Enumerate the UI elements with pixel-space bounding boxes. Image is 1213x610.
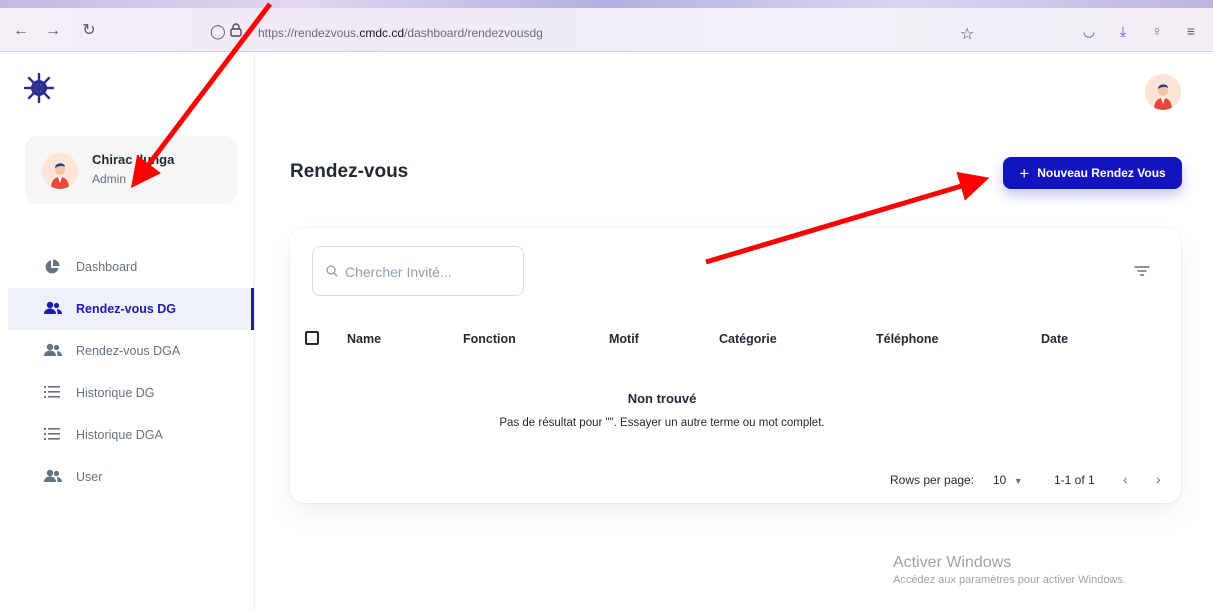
- rendez-vous-table-card: Name Fonction Motif Catégorie Téléphone …: [290, 228, 1181, 503]
- plus-icon: +: [1019, 163, 1030, 183]
- sidebar-item-label: User: [76, 470, 103, 484]
- page-title: Rendez-vous: [290, 161, 409, 182]
- new-rendez-vous-label: Nouveau Rendez Vous: [1037, 166, 1166, 180]
- bookmark-star-icon[interactable]: ☆: [960, 24, 974, 44]
- users-icon: [44, 301, 62, 317]
- browser-toolbar: ← → ↻ ◯ https://rendezvous.cmdc.cd/dashb…: [0, 0, 1213, 52]
- reload-icon[interactable]: ↻: [80, 22, 98, 40]
- logo-icon[interactable]: [23, 72, 55, 104]
- rows-per-page-select[interactable]: 10 ▼: [993, 473, 1023, 487]
- caret-down-icon: ▼: [1013, 476, 1023, 486]
- watermark-title: Activer Windows: [893, 554, 1012, 571]
- select-all-checkbox[interactable]: [305, 331, 319, 345]
- sidebar-item-user[interactable]: User: [8, 456, 254, 498]
- previous-page-icon[interactable]: ‹: [1123, 471, 1128, 487]
- sidebar-item-dashboard[interactable]: Dashboard: [8, 246, 254, 288]
- account-name: Chirac Ilunga: [92, 152, 175, 167]
- sidebar-item-historique-dga[interactable]: Historique DGA: [8, 414, 254, 456]
- list-icon: [44, 385, 62, 401]
- pocket-icon[interactable]: ◡: [1081, 23, 1097, 40]
- next-page-icon[interactable]: ›: [1156, 471, 1161, 487]
- forward-icon[interactable]: →: [44, 22, 62, 40]
- filter-icon[interactable]: [1133, 264, 1151, 278]
- column-header-date[interactable]: Date: [1041, 332, 1068, 346]
- column-header-motif[interactable]: Motif: [609, 332, 639, 346]
- windows-activation-watermark: Activer Windows Accédez aux paramètres p…: [893, 554, 1126, 586]
- list-icon: [44, 427, 62, 443]
- column-header-categorie[interactable]: Catégorie: [719, 332, 777, 346]
- menu-icon[interactable]: ≡: [1183, 23, 1199, 40]
- pie-chart-icon: [44, 259, 62, 275]
- sidebar-item-rendez-vous-dg[interactable]: Rendez-vous DG: [8, 288, 254, 330]
- address-bar[interactable]: ◯ https://rendezvous.cmdc.cd/dashboard/r…: [210, 20, 990, 46]
- account-card[interactable]: Chirac Ilunga Admin: [25, 136, 237, 204]
- shield-icon: ◯: [210, 23, 226, 39]
- search-field[interactable]: [312, 246, 524, 296]
- empty-state-message: Pas de résultat pour "". Essayer un autr…: [499, 417, 825, 429]
- column-header-telephone[interactable]: Téléphone: [876, 332, 939, 346]
- sidebar-item-historique-dg[interactable]: Historique DG: [8, 372, 254, 414]
- sidebar-nav: Dashboard Rendez-vous DG Rendez-vous DGA…: [8, 246, 254, 498]
- sidebar-item-label: Historique DG: [76, 386, 155, 400]
- table-header: Name Fonction Motif Catégorie Téléphone …: [290, 324, 1181, 354]
- avatar: [42, 153, 78, 189]
- download-icon[interactable]: ⤓: [1115, 23, 1131, 40]
- column-header-fonction[interactable]: Fonction: [463, 332, 516, 346]
- extension-icon[interactable]: ♀: [1149, 23, 1165, 40]
- column-header-name[interactable]: Name: [347, 332, 381, 346]
- rows-per-page-label: Rows per page:: [890, 473, 975, 487]
- new-rendez-vous-button[interactable]: + Nouveau Rendez Vous: [1003, 157, 1182, 189]
- account-avatar-button[interactable]: [1145, 74, 1181, 110]
- account-role: Admin: [92, 172, 127, 186]
- sidebar-item-label: Dashboard: [76, 260, 138, 274]
- search-icon: [325, 264, 339, 278]
- sidebar-item-label: Rendez-vous DGA: [76, 344, 181, 358]
- watermark-subtitle: Accédez aux paramètres pour activer Wind…: [893, 574, 1126, 586]
- users-icon: [44, 343, 62, 359]
- browser-extensions: ◡ ⤓ ♀ ≡: [1081, 23, 1199, 40]
- empty-state-title: Non trouvé: [627, 391, 697, 406]
- back-icon[interactable]: ←: [12, 22, 30, 40]
- browser-tab-strip: [0, 0, 1213, 8]
- users-icon: [44, 469, 62, 485]
- rows-per-page-value: 10: [993, 473, 1007, 487]
- sidebar-item-label: Rendez-vous DG: [76, 302, 177, 316]
- pagination-range: 1-1 of 1: [1054, 473, 1095, 487]
- sidebar-item-rendez-vous-dga[interactable]: Rendez-vous DGA: [8, 330, 254, 372]
- sidebar: Chirac Ilunga Admin Dashboard Rendez-vou…: [0, 53, 255, 610]
- search-input[interactable]: [345, 261, 515, 283]
- url-text: https://rendezvous.cmdc.cd/dashboard/ren…: [258, 26, 543, 40]
- lock-icon: [230, 23, 242, 40]
- sidebar-item-label: Historique DGA: [76, 428, 163, 442]
